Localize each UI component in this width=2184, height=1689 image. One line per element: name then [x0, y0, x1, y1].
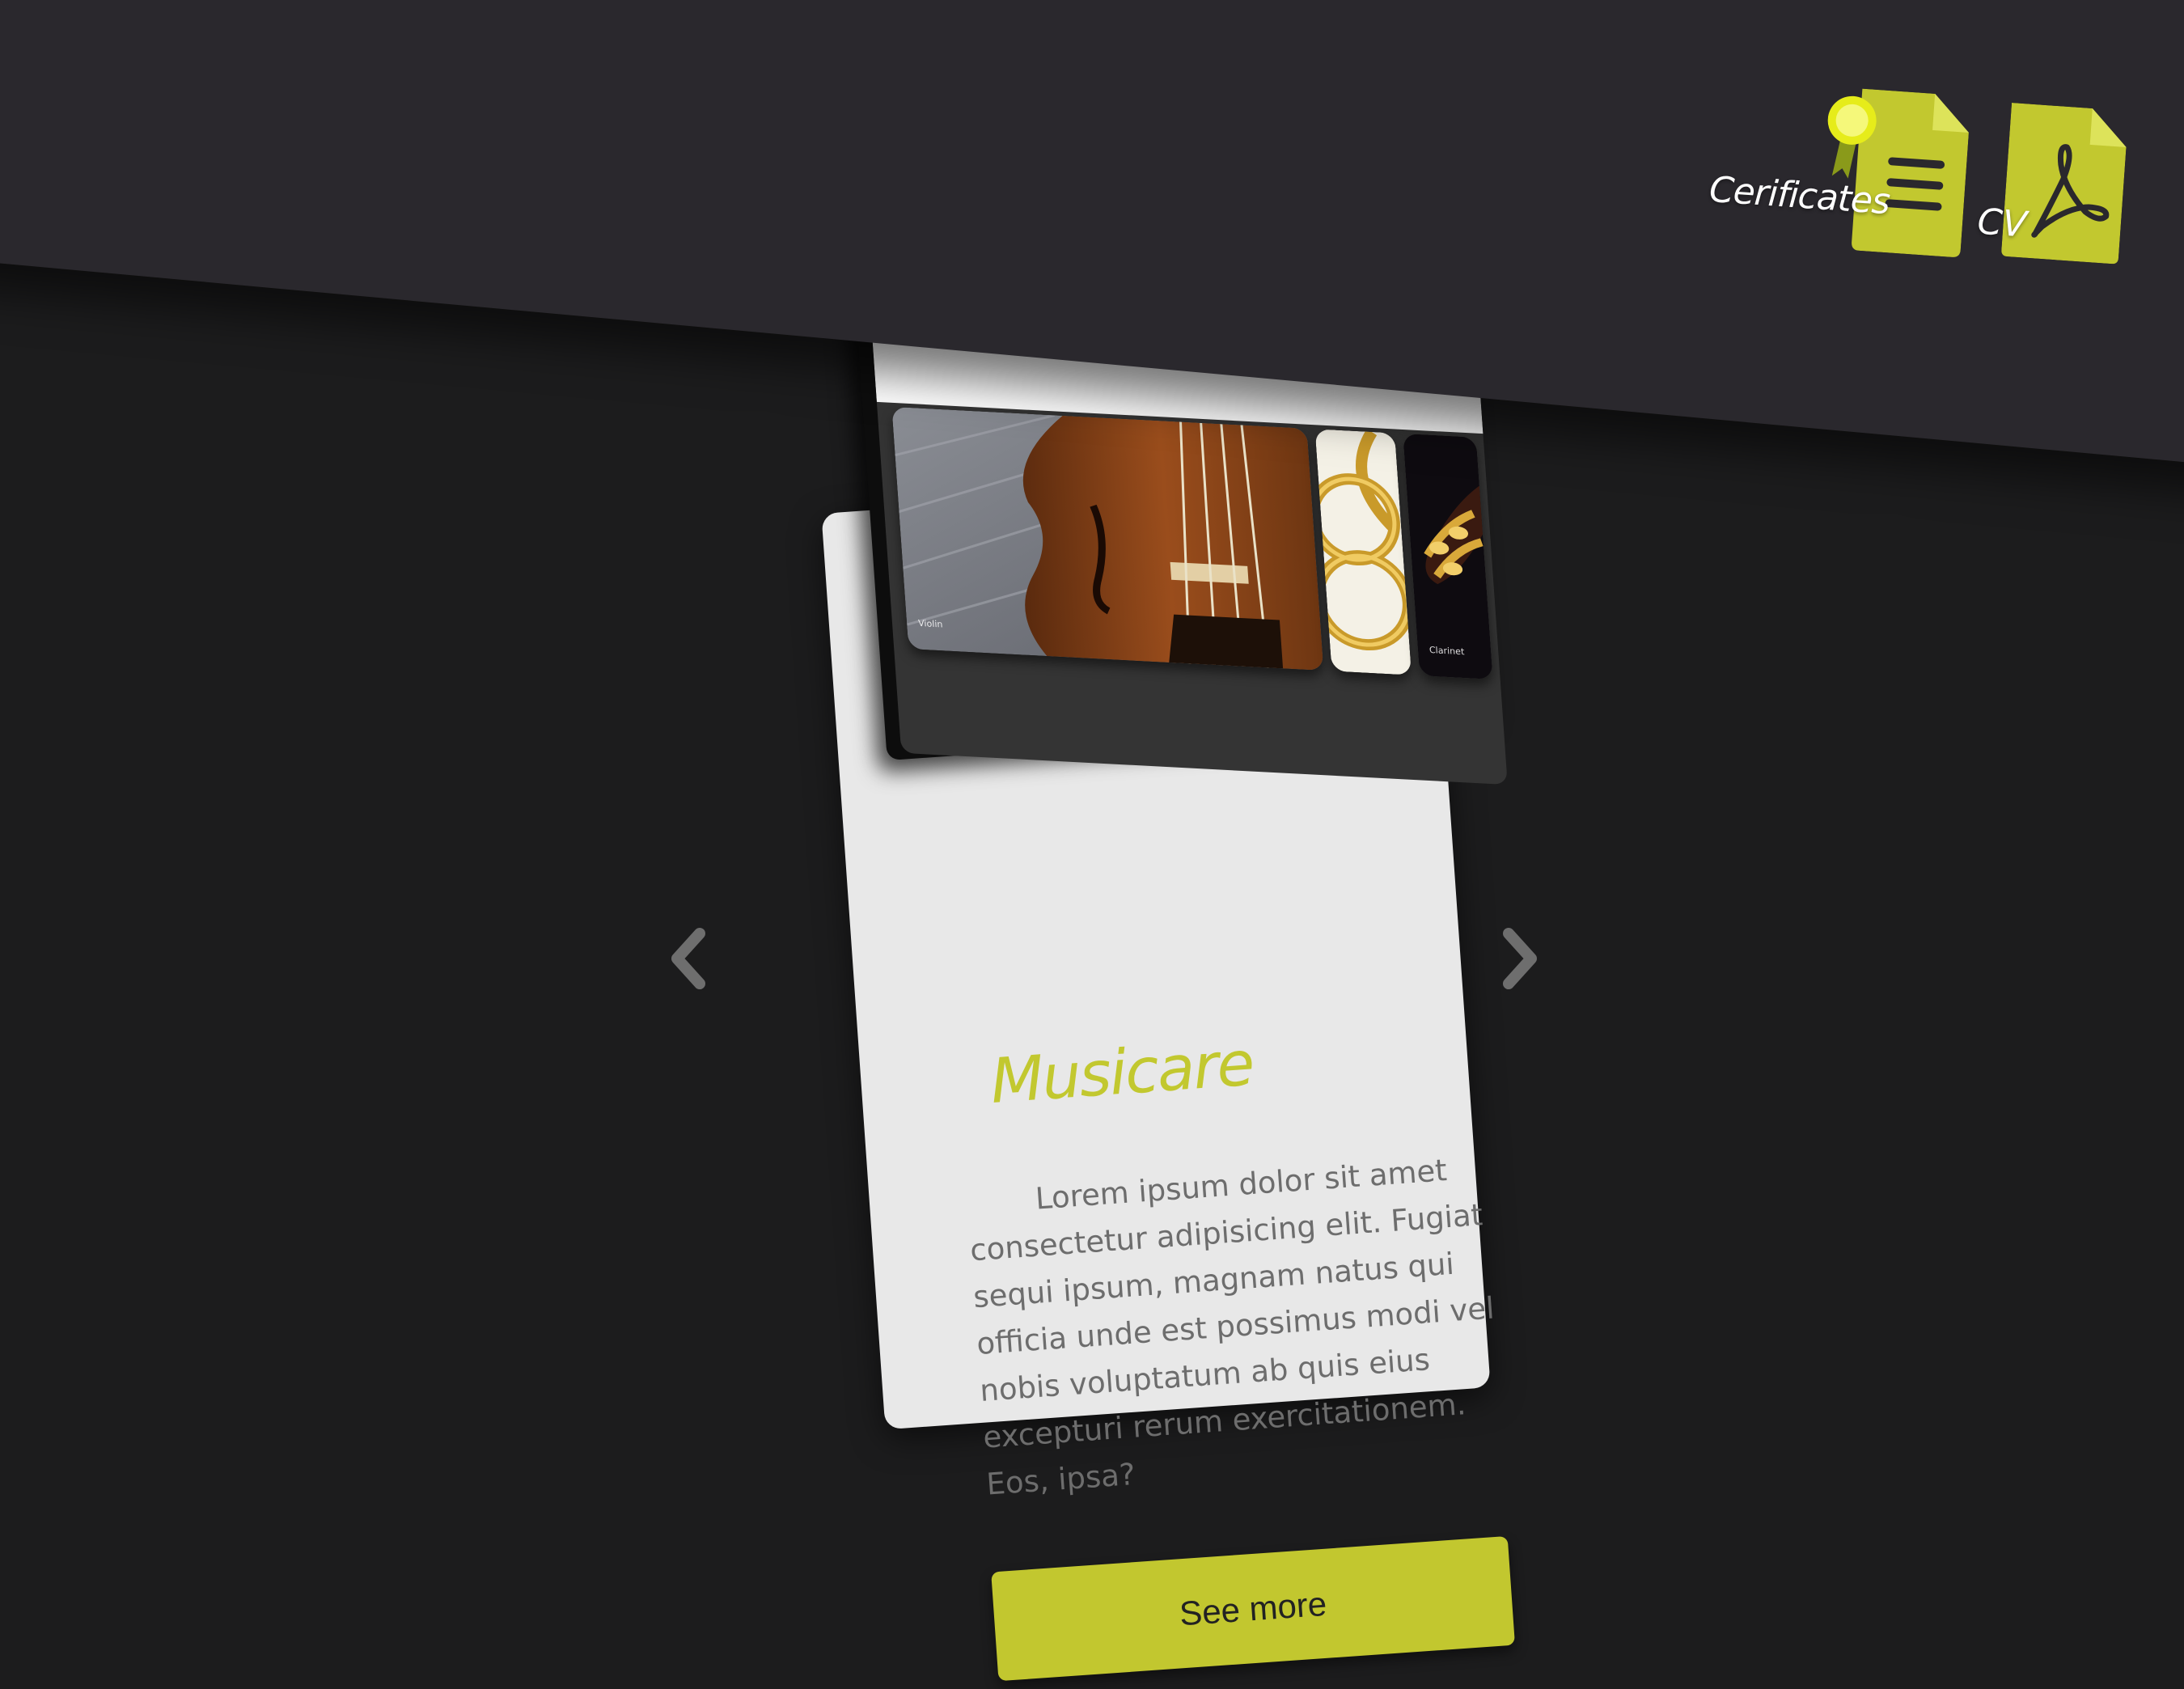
project-card-container: Musicare Lorem ipsum dolor sit amet cons…: [789, 235, 1590, 1682]
gallery-thumb-horn[interactable]: [1314, 429, 1412, 675]
french-horn-photo-icon: [1314, 429, 1412, 675]
chevron-left-icon[interactable]: [659, 922, 716, 995]
project-title: Musicare: [988, 1027, 1255, 1118]
violin-photo-icon: [891, 406, 1324, 671]
gallery-thumb-violin[interactable]: Violin: [891, 406, 1324, 671]
gallery-thumb-label: Violin: [917, 617, 943, 630]
project-description: Lorem ipsum dolor sit amet consectetur a…: [968, 1153, 1496, 1502]
gallery-thumb-clarinet[interactable]: Clarinet: [1403, 433, 1493, 679]
cv-link[interactable]: CV: [1968, 95, 2141, 276]
certificate-document-icon: [1827, 88, 1969, 257]
certificates-link[interactable]: Cerificates: [1696, 71, 1983, 276]
gallery-thumb-label: Clarinet: [1428, 645, 1465, 658]
clarinet-photo-icon: [1403, 433, 1493, 679]
cv-label: CV: [1975, 201, 2029, 246]
see-more-button[interactable]: See more: [991, 1535, 1516, 1682]
